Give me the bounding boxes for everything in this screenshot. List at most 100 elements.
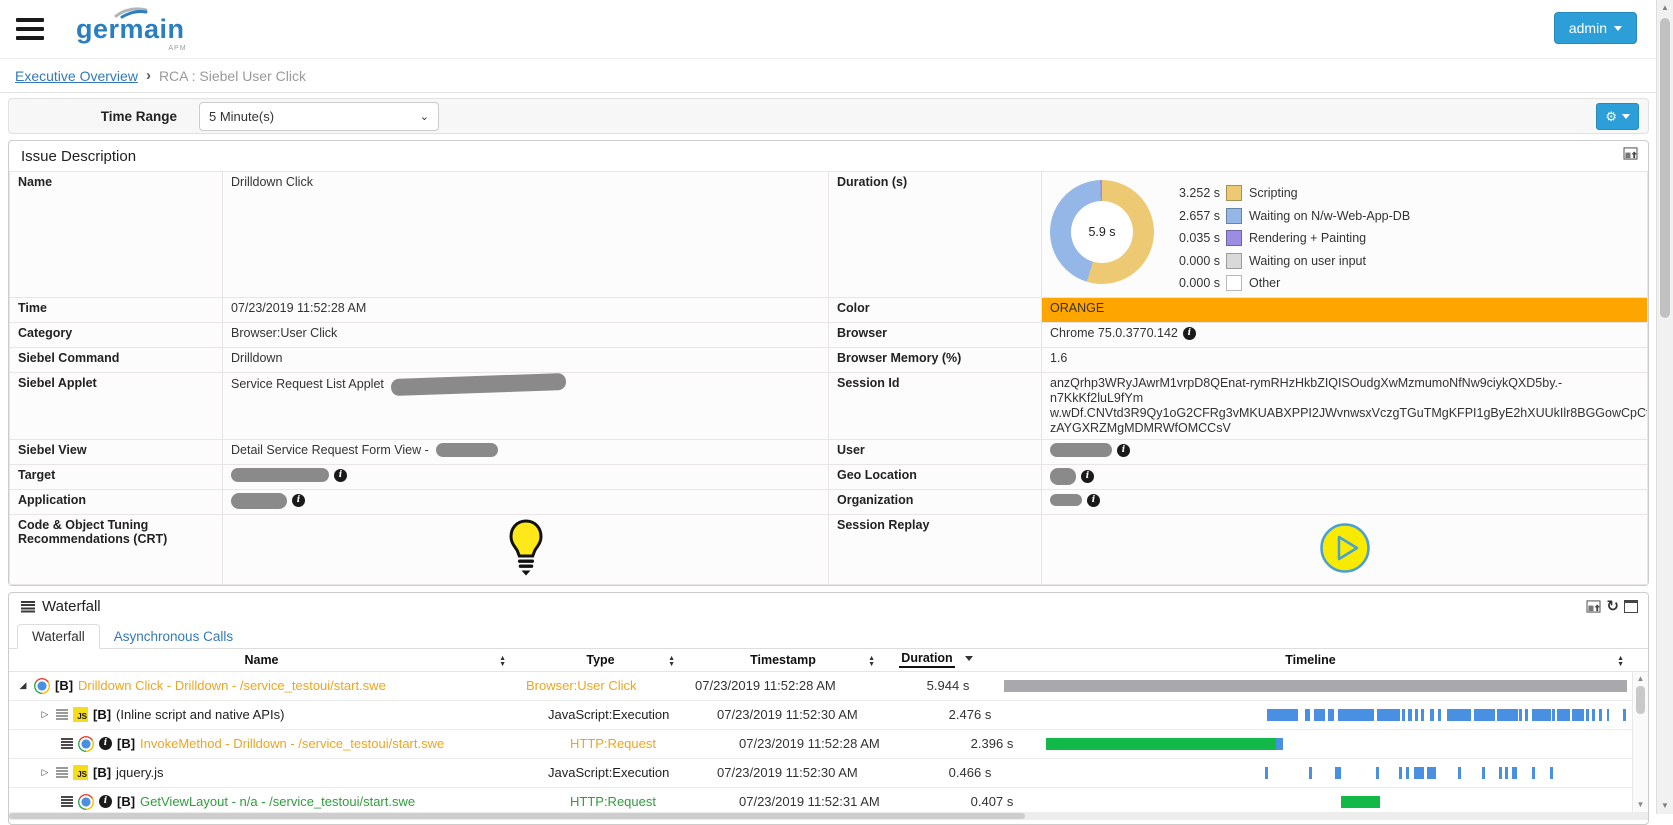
timeline-bar bbox=[1314, 709, 1325, 721]
breadcrumb-link-executive-overview[interactable]: Executive Overview bbox=[15, 68, 138, 84]
hamburger-menu-icon[interactable] bbox=[16, 13, 44, 45]
scroll-up-icon[interactable]: ▲ bbox=[1637, 672, 1645, 686]
timeline-bar bbox=[1430, 709, 1434, 721]
waterfall-row[interactable]: i[B]InvokeMethod - Drilldown - /service_… bbox=[9, 730, 1648, 759]
chevron-down-icon: ⌄ bbox=[420, 110, 429, 123]
scrollbar-thumb[interactable] bbox=[1660, 18, 1670, 318]
legend-label: Other bbox=[1249, 276, 1280, 290]
duration-donut-chart: 5.9 s bbox=[1050, 180, 1154, 284]
column-header-timestamp[interactable]: Timestamp ▲▼ bbox=[683, 653, 883, 667]
javascript-icon: JS bbox=[73, 707, 88, 722]
sort-icon[interactable]: ▲▼ bbox=[1617, 656, 1624, 668]
info-icon[interactable]: i bbox=[1087, 494, 1100, 507]
tab-asynchronous-calls[interactable]: Asynchronous Calls bbox=[100, 625, 247, 648]
scrollbar-thumb[interactable] bbox=[1636, 686, 1645, 714]
page-scrollbar[interactable]: ▲ ▼ bbox=[1656, 0, 1673, 814]
timeline-bar bbox=[1497, 709, 1518, 721]
field-label-target: Target bbox=[10, 464, 223, 489]
field-label-name: Name bbox=[10, 172, 223, 298]
collapse-caret-icon[interactable]: ◢ bbox=[17, 680, 29, 691]
javascript-icon: JS bbox=[73, 765, 88, 780]
scrollbar-thumb[interactable] bbox=[9, 813, 1025, 819]
timeline-bar bbox=[1599, 709, 1603, 721]
timeline-bar bbox=[1525, 709, 1528, 721]
field-label-browser-memory: Browser Memory (%) bbox=[829, 347, 1042, 372]
scroll-down-icon[interactable]: ▼ bbox=[1657, 798, 1673, 814]
timeline-bar bbox=[1305, 709, 1310, 721]
window-expand-icon[interactable] bbox=[1624, 600, 1638, 613]
waterfall-panel: Waterfall ↻ Waterfall Asynchronous Calls… bbox=[8, 592, 1649, 825]
chevron-down-icon bbox=[1614, 26, 1622, 31]
sort-icon[interactable]: ▲▼ bbox=[868, 656, 875, 668]
column-header-type[interactable]: Type ▲▼ bbox=[514, 653, 683, 667]
info-icon[interactable]: i bbox=[99, 737, 112, 750]
row-timeline bbox=[1023, 701, 1632, 729]
info-icon[interactable]: i bbox=[1117, 444, 1130, 457]
waterfall-rows: ◢[B]Drilldown Click - Drilldown - /servi… bbox=[9, 672, 1648, 812]
timeline-bar bbox=[1046, 738, 1276, 750]
info-icon[interactable]: i bbox=[292, 494, 305, 507]
sort-icon[interactable]: ▲▼ bbox=[499, 656, 506, 668]
column-header-duration[interactable]: Duration bbox=[883, 651, 989, 668]
session-replay-play-button[interactable] bbox=[1319, 522, 1371, 574]
waterfall-row[interactable]: ▷JS[B](Inline script and native APIs)Jav… bbox=[9, 701, 1648, 730]
row-duration: 0.407 s bbox=[939, 794, 1045, 809]
session-replay-cell bbox=[1042, 514, 1648, 584]
legend-label: Waiting on user input bbox=[1249, 254, 1366, 268]
waterfall-table-header: Name ▲▼ Type ▲▼ Timestamp ▲▼ Duration Ti… bbox=[9, 649, 1648, 672]
scroll-down-icon[interactable]: ▼ bbox=[1637, 798, 1645, 812]
column-header-timeline[interactable]: Timeline ▲▼ bbox=[989, 653, 1632, 667]
timeline-bar bbox=[1586, 709, 1589, 721]
row-timeline bbox=[1045, 730, 1632, 758]
duration-chart-cell: 5.9 s 3.252 sScripting2.657 sWaiting on … bbox=[1042, 172, 1648, 298]
waterfall-tabs: Waterfall Asynchronous Calls bbox=[9, 621, 1648, 649]
issue-description-panel: Issue Description Name Drilldown Click D… bbox=[8, 140, 1649, 586]
chrome-browser-icon bbox=[34, 678, 50, 694]
info-icon[interactable]: i bbox=[1081, 470, 1094, 483]
time-range-bar: Time Range 5 Minute(s) ⌄ ⚙ bbox=[8, 98, 1649, 134]
tab-waterfall[interactable]: Waterfall bbox=[17, 624, 100, 649]
redacted-text bbox=[391, 372, 566, 395]
field-label-browser: Browser bbox=[829, 322, 1042, 347]
timeline-bar bbox=[1532, 767, 1534, 779]
waterfall-horizontal-scrollbar[interactable] bbox=[9, 812, 1648, 820]
logo-swoosh-icon bbox=[112, 4, 154, 20]
timeline-bar bbox=[1458, 767, 1460, 779]
row-name: (Inline script and native APIs) bbox=[116, 707, 284, 722]
sort-desc-icon[interactable] bbox=[965, 656, 973, 661]
refresh-icon[interactable]: ↻ bbox=[1606, 599, 1619, 614]
waterfall-panel-title: Waterfall bbox=[42, 598, 101, 615]
info-icon[interactable]: i bbox=[1183, 327, 1196, 340]
waterfall-vertical-scrollbar[interactable]: ▲ ▼ bbox=[1632, 672, 1648, 812]
crt-lightbulb-icon[interactable] bbox=[508, 519, 544, 577]
timeline-bar bbox=[1267, 709, 1299, 721]
scroll-up-icon[interactable]: ▲ bbox=[1657, 0, 1673, 16]
legend-item: 0.000 sWaiting on user input bbox=[1172, 250, 1410, 273]
info-icon[interactable]: i bbox=[99, 795, 112, 808]
column-header-name[interactable]: Name ▲▼ bbox=[9, 653, 514, 667]
field-value-geo-location: i bbox=[1042, 464, 1648, 489]
redacted-text bbox=[436, 443, 498, 457]
expand-caret-icon[interactable]: ▷ bbox=[39, 767, 51, 778]
time-range-select[interactable]: 5 Minute(s) ⌄ bbox=[199, 102, 439, 131]
field-label-siebel-applet: Siebel Applet bbox=[10, 372, 223, 439]
field-value-user: i bbox=[1042, 439, 1648, 464]
time-range-label: Time Range bbox=[9, 109, 177, 124]
export-image-icon[interactable] bbox=[1623, 147, 1638, 160]
expand-caret-icon[interactable]: ▷ bbox=[39, 709, 51, 720]
sort-icon[interactable]: ▲▼ bbox=[668, 656, 675, 668]
row-name: jquery.js bbox=[116, 765, 163, 780]
timeline-bar bbox=[1438, 709, 1442, 721]
admin-menu-button[interactable]: admin bbox=[1554, 12, 1637, 44]
export-image-icon[interactable] bbox=[1586, 600, 1601, 613]
info-icon[interactable]: i bbox=[334, 469, 347, 482]
field-value-application: i bbox=[223, 489, 829, 514]
waterfall-row[interactable]: ▷JS[B]jquery.jsJavaScript:Execution07/23… bbox=[9, 759, 1648, 788]
waterfall-row[interactable]: ◢[B]Drilldown Click - Drilldown - /servi… bbox=[9, 672, 1648, 701]
row-name: Drilldown Click - Drilldown - /service_t… bbox=[78, 678, 386, 693]
settings-gear-button[interactable]: ⚙ bbox=[1596, 103, 1639, 130]
redacted-text bbox=[1050, 468, 1076, 485]
field-label-organization: Organization bbox=[829, 489, 1042, 514]
timeline-bar bbox=[1557, 709, 1570, 721]
row-name-cell: ◢[B]Drilldown Click - Drilldown - /servi… bbox=[9, 678, 522, 694]
